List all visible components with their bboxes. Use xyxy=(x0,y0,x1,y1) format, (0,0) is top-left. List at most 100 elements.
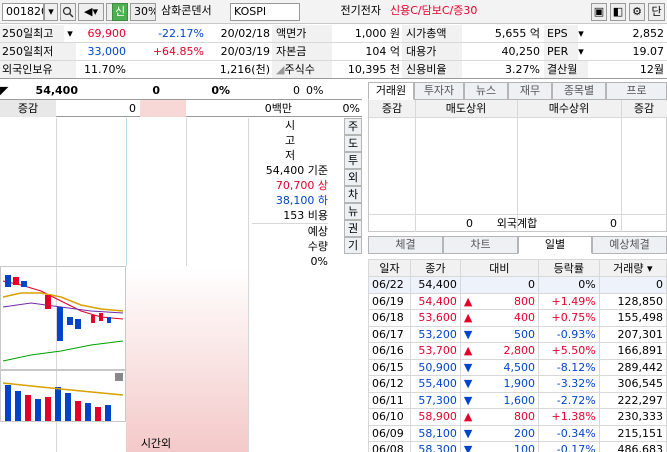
orderbook-grid: 시 고 저 54,400 기준 70,700 상 38,100 하 153 비용… xyxy=(0,118,362,452)
market-label: KOSPI xyxy=(230,3,300,21)
cell-date: 06/09 xyxy=(368,424,411,442)
stock-code-input[interactable]: 001820 xyxy=(2,3,44,21)
side-button[interactable]: 외 xyxy=(344,169,362,186)
cell-diff-value: 100 xyxy=(513,443,535,452)
cell-rate: -3.32% xyxy=(537,375,600,393)
cell-close-value: 53,200 xyxy=(418,327,457,341)
table-row[interactable]: 06/19 54,400 ▲ 800 +1.49% 128,850 xyxy=(368,292,667,310)
sound-button[interactable]: ◀▾ xyxy=(78,3,104,21)
cell-date: 06/08 xyxy=(368,441,411,452)
tab-finance[interactable]: 재무 xyxy=(508,82,552,100)
cell-rate: +5.50% xyxy=(537,342,600,360)
window-icon: ◧ xyxy=(612,5,624,18)
amount-unit: 0백만 xyxy=(264,102,292,115)
info-value: 69,900 xyxy=(87,27,127,40)
chevron-down-icon: ▾ xyxy=(48,5,54,18)
tab-expected[interactable]: 예상체결 xyxy=(592,236,667,254)
close-icon[interactable] xyxy=(115,373,123,381)
side-button-column: 주 도 투 외 차 뉴 권 기 xyxy=(344,118,362,254)
table-row[interactable]: 06/15 50,900 ▼ 4,500 -8.12% 289,442 xyxy=(368,358,667,376)
cell-close-value: 53,700 xyxy=(418,344,457,358)
side-button[interactable]: 권 xyxy=(344,220,362,237)
cell-volume-value: 155,498 xyxy=(617,311,664,325)
info-val: 5,655 억 xyxy=(494,27,540,40)
table-row[interactable]: 06/11 57,300 ▼ 1,600 -2.72% 222,297 xyxy=(368,391,667,409)
orderbook-volume-2: 0 xyxy=(293,84,300,97)
gear-icon: ⚙ xyxy=(632,5,642,18)
code-dropdown-button[interactable]: ▾ xyxy=(44,3,58,21)
side-button[interactable]: 투 xyxy=(344,152,362,169)
info-val: 19.07 xyxy=(632,45,665,58)
orderbook-pct-2: 0% xyxy=(306,84,324,97)
table-row[interactable]: 06/10 58,900 ▲ 800 +1.38% 230,333 xyxy=(368,408,667,426)
cell-rate-value: -8.12% xyxy=(556,360,596,374)
table-row[interactable]: 06/12 55,400 ▼ 1,900 -3.32% 306,545 xyxy=(368,375,667,393)
chevron-down-icon[interactable]: ▾ xyxy=(576,43,586,60)
candle xyxy=(21,281,27,287)
cell-rate-value: -3.32% xyxy=(556,377,596,391)
tab-broker[interactable]: 거래원 xyxy=(368,82,414,100)
chevron-down-icon[interactable]: ▾ xyxy=(644,262,653,275)
mini-price-chart xyxy=(0,266,126,370)
orderbook-change-row: 증감 0 0백만 0% xyxy=(0,100,362,117)
search-button[interactable] xyxy=(60,3,76,21)
extra-button[interactable]: 단 xyxy=(648,3,665,21)
arrow-up-icon: ▲ xyxy=(463,311,473,325)
stat-base: 54,400 기준 xyxy=(265,164,328,177)
cell-diff: ▲ 800 xyxy=(459,408,539,426)
collapse-icon[interactable]: ◤ xyxy=(0,82,22,100)
side-button[interactable]: 차 xyxy=(344,186,362,203)
tab-chart[interactable]: 차트 xyxy=(443,236,518,254)
chevron-down-icon[interactable]: ▾ xyxy=(576,25,586,42)
tab-by-stock[interactable]: 종목별 xyxy=(552,82,606,100)
table-row[interactable]: 06/22 54,400 0 0% 0 xyxy=(368,276,667,294)
cell-close: 58,900 xyxy=(409,408,461,426)
table-row[interactable]: 06/16 53,700 ▲ 2,800 +5.50% 166,891 xyxy=(368,342,667,360)
candle xyxy=(91,315,95,323)
gear-button[interactable]: ⚙ xyxy=(629,3,645,21)
side-button[interactable]: 도 xyxy=(344,135,362,152)
table-row[interactable]: 06/08 58,300 ▼ 100 -0.17% 486,683 xyxy=(368,441,667,452)
col-volume[interactable]: 거래량 ▾ xyxy=(598,259,667,277)
tab-news[interactable]: 뉴스 xyxy=(464,82,508,100)
window-button[interactable]: ◧ xyxy=(610,3,626,21)
info-row: 250일최저 33,000 +64.85% 20/03/19 자본금 104 억… xyxy=(0,43,667,61)
candle xyxy=(57,307,63,341)
volume-bar xyxy=(85,403,91,421)
table-row[interactable]: 06/18 53,600 ▲ 400 +0.75% 155,498 xyxy=(368,309,667,327)
table-row[interactable]: 06/17 53,200 ▼ 500 -0.93% 207,301 xyxy=(368,325,667,343)
change-bar xyxy=(140,100,186,117)
stock-info-grid: 250일최고 ▾ 69,900 -22.17% 20/02/18 액면가 1,0… xyxy=(0,25,667,79)
table-row[interactable]: 06/09 58,100 ▼ 200 -0.34% 215,151 xyxy=(368,424,667,442)
cell-date: 06/17 xyxy=(368,325,411,343)
save-button[interactable]: ▣ xyxy=(591,3,607,21)
volume-bar xyxy=(65,393,71,421)
cell-volume-value: 222,297 xyxy=(617,393,664,407)
cell-diff: ▲ 400 xyxy=(459,309,539,327)
cell-volume-value: 166,891 xyxy=(617,344,664,358)
cell-close-value: 55,400 xyxy=(418,377,457,391)
cell-volume-value: 486,683 xyxy=(617,443,664,452)
cell-diff-value: 200 xyxy=(513,426,535,440)
tab-program[interactable]: 프로 xyxy=(606,82,667,100)
info-date: 20/03/19 xyxy=(220,45,270,58)
stat-qty: 수량 xyxy=(307,240,328,253)
tab-trades[interactable]: 체결 xyxy=(368,236,443,254)
side-button[interactable]: 기 xyxy=(344,237,362,254)
col-top-buy: 매수상위 xyxy=(548,102,590,115)
col-change: 증감 xyxy=(381,102,403,115)
cell-date-value: 06/22 xyxy=(372,278,404,292)
cell-rate: -2.72% xyxy=(537,391,600,409)
stat-expected: 예상 xyxy=(252,223,328,239)
cell-close-value: 57,300 xyxy=(418,393,457,407)
chevron-down-icon[interactable]: ▾ xyxy=(64,25,76,42)
tab-daily[interactable]: 일별 xyxy=(518,236,592,254)
price-stats: 시 고 저 54,400 기준 70,700 상 38,100 하 153 비용… xyxy=(252,118,328,269)
info-key: 신용비율 xyxy=(402,61,462,78)
side-button[interactable]: 뉴 xyxy=(344,203,362,220)
stat-open: 시 xyxy=(284,119,296,132)
cell-close-value: 54,400 xyxy=(418,294,457,308)
volume-bar xyxy=(55,387,61,421)
tab-investor[interactable]: 투자자 xyxy=(414,82,464,100)
side-button[interactable]: 주 xyxy=(344,118,362,135)
